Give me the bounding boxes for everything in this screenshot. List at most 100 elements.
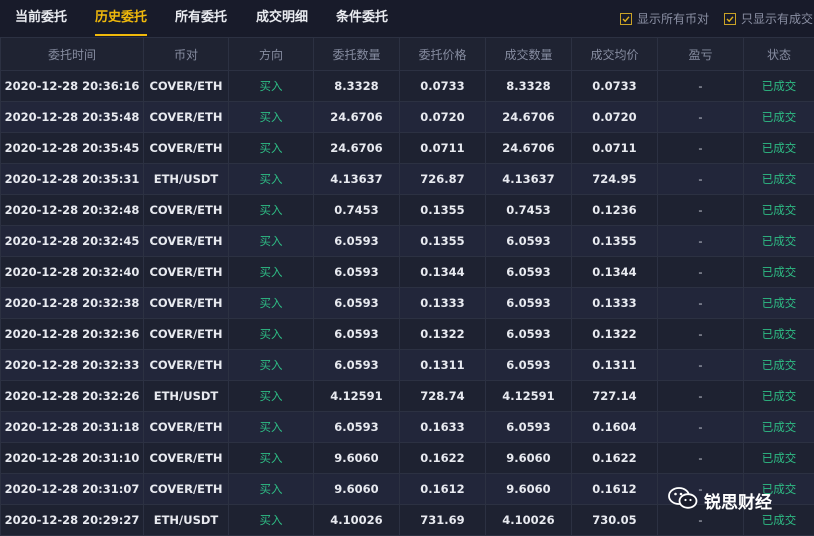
order-time-cell: 2020-12-28 20:32:38 <box>1 288 144 319</box>
quantity-cell: 24.6706 <box>314 133 400 164</box>
table-row[interactable]: 2020-12-28 20:36:16COVER/ETH买入8.33280.07… <box>1 71 814 102</box>
filled-cell: 6.0593 <box>486 412 572 443</box>
table-row[interactable]: 2020-12-28 20:32:45COVER/ETH买入6.05930.13… <box>1 226 814 257</box>
status-cell: 已成交 <box>744 257 814 288</box>
avg-price-cell: 0.1236 <box>572 195 658 226</box>
order-time-cell: 2020-12-28 20:31:18 <box>1 412 144 443</box>
pnl-cell: - <box>658 164 744 195</box>
table-row[interactable]: 2020-12-28 20:32:38COVER/ETH买入6.05930.13… <box>1 288 814 319</box>
status-cell: 已成交 <box>744 319 814 350</box>
table-row[interactable]: 2020-12-28 20:35:48COVER/ETH买入24.67060.0… <box>1 102 814 133</box>
pair-cell: COVER/ETH <box>144 133 229 164</box>
table-row[interactable]: 2020-12-28 20:32:36COVER/ETH买入6.05930.13… <box>1 319 814 350</box>
tab-all-orders[interactable]: 所有委托 <box>175 0 227 37</box>
table-row[interactable]: 2020-12-28 20:29:27ETH/USDT买入4.10026731.… <box>1 505 814 536</box>
price-cell: 0.0733 <box>400 71 486 102</box>
pair-cell: COVER/ETH <box>144 319 229 350</box>
quantity-cell: 9.6060 <box>314 443 400 474</box>
pnl-cell: - <box>658 195 744 226</box>
pnl-cell: - <box>658 381 744 412</box>
avg-price-cell: 0.0711 <box>572 133 658 164</box>
pnl-cell: - <box>658 474 744 505</box>
filled-cell: 4.13637 <box>486 164 572 195</box>
order-time-cell: 2020-12-28 20:31:10 <box>1 443 144 474</box>
price-cell: 0.1344 <box>400 257 486 288</box>
quantity-cell: 4.12591 <box>314 381 400 412</box>
avg-price-cell: 0.1622 <box>572 443 658 474</box>
pnl-cell: - <box>658 133 744 164</box>
order-time-cell: 2020-12-28 20:32:48 <box>1 195 144 226</box>
side-cell: 买入 <box>229 412 314 443</box>
status-cell: 已成交 <box>744 102 814 133</box>
pnl-cell: - <box>658 226 744 257</box>
status-cell: 已成交 <box>744 226 814 257</box>
pair-cell: COVER/ETH <box>144 288 229 319</box>
side-cell: 买入 <box>229 474 314 505</box>
status-cell: 已成交 <box>744 381 814 412</box>
status-cell: 已成交 <box>744 133 814 164</box>
avg-price-cell: 0.1322 <box>572 319 658 350</box>
table-row[interactable]: 2020-12-28 20:31:07COVER/ETH买入9.60600.16… <box>1 474 814 505</box>
tab-order-history[interactable]: 历史委托 <box>95 0 147 37</box>
table-row[interactable]: 2020-12-28 20:35:31ETH/USDT买入4.13637726.… <box>1 164 814 195</box>
price-cell: 0.1612 <box>400 474 486 505</box>
order-history-table: 委托时间 币对 方向 委托数量 委托价格 成交数量 成交均价 盈亏 状态 202… <box>0 37 814 536</box>
table-row[interactable]: 2020-12-28 20:35:45COVER/ETH买入24.67060.0… <box>1 133 814 164</box>
pnl-cell: - <box>658 102 744 133</box>
filled-cell: 4.12591 <box>486 381 572 412</box>
order-time-cell: 2020-12-28 20:31:07 <box>1 474 144 505</box>
avg-price-cell: 0.1311 <box>572 350 658 381</box>
filled-cell: 6.0593 <box>486 257 572 288</box>
pair-cell: COVER/ETH <box>144 71 229 102</box>
side-cell: 买入 <box>229 133 314 164</box>
quantity-cell: 9.6060 <box>314 474 400 505</box>
tab-conditional-orders[interactable]: 条件委托 <box>336 0 388 37</box>
side-cell: 买入 <box>229 102 314 133</box>
show-all-pairs-option[interactable]: 显示所有币对 <box>620 0 709 37</box>
status-cell: 已成交 <box>744 195 814 226</box>
order-time-cell: 2020-12-28 20:32:45 <box>1 226 144 257</box>
side-cell: 买入 <box>229 71 314 102</box>
pair-cell: COVER/ETH <box>144 226 229 257</box>
table-row[interactable]: 2020-12-28 20:32:33COVER/ETH买入6.05930.13… <box>1 350 814 381</box>
pair-cell: COVER/ETH <box>144 474 229 505</box>
pair-cell: COVER/ETH <box>144 412 229 443</box>
table-row[interactable]: 2020-12-28 20:32:48COVER/ETH买入0.74530.13… <box>1 195 814 226</box>
side-cell: 买入 <box>229 164 314 195</box>
pnl-cell: - <box>658 443 744 474</box>
avg-price-cell: 730.05 <box>572 505 658 536</box>
column-header-avg-price: 成交均价 <box>572 38 658 71</box>
tab-trade-details[interactable]: 成交明细 <box>256 0 308 37</box>
avg-price-cell: 0.1604 <box>572 412 658 443</box>
side-cell: 买入 <box>229 350 314 381</box>
quantity-cell: 6.0593 <box>314 288 400 319</box>
status-cell: 已成交 <box>744 71 814 102</box>
order-time-cell: 2020-12-28 20:35:48 <box>1 102 144 133</box>
tab-current-orders[interactable]: 当前委托 <box>15 0 67 37</box>
price-cell: 0.0711 <box>400 133 486 164</box>
filled-cell: 9.6060 <box>486 443 572 474</box>
table-row[interactable]: 2020-12-28 20:31:10COVER/ETH买入9.60600.16… <box>1 443 814 474</box>
pnl-cell: - <box>658 350 744 381</box>
price-cell: 0.1355 <box>400 226 486 257</box>
table-row[interactable]: 2020-12-28 20:31:18COVER/ETH买入 6.05930.16… <box>1 412 814 443</box>
side-cell: 买入 <box>229 319 314 350</box>
table-row[interactable]: 2020-12-28 20:32:40COVER/ETH买入6.05930.13… <box>1 257 814 288</box>
table-header-row: 委托时间 币对 方向 委托数量 委托价格 成交数量 成交均价 盈亏 状态 <box>1 38 814 71</box>
price-cell: 0.1355 <box>400 195 486 226</box>
table-row[interactable]: 2020-12-28 20:32:26ETH/USDT买入4.12591728.… <box>1 381 814 412</box>
only-filled-option[interactable]: 只显示有成交 <box>724 0 813 37</box>
avg-price-cell: 0.1355 <box>572 226 658 257</box>
column-header-time: 委托时间 <box>1 38 144 71</box>
pair-cell: COVER/ETH <box>144 195 229 226</box>
status-cell: 已成交 <box>744 505 814 536</box>
pair-cell: ETH/USDT <box>144 505 229 536</box>
avg-price-cell: 0.0733 <box>572 71 658 102</box>
checkbox-checked-icon[interactable] <box>620 13 632 25</box>
pnl-cell: - <box>658 257 744 288</box>
checkbox-checked-icon[interactable] <box>724 13 736 25</box>
avg-price-cell: 0.1344 <box>572 257 658 288</box>
filled-cell: 6.0593 <box>486 226 572 257</box>
avg-price-cell: 727.14 <box>572 381 658 412</box>
price-cell: 0.1622 <box>400 443 486 474</box>
